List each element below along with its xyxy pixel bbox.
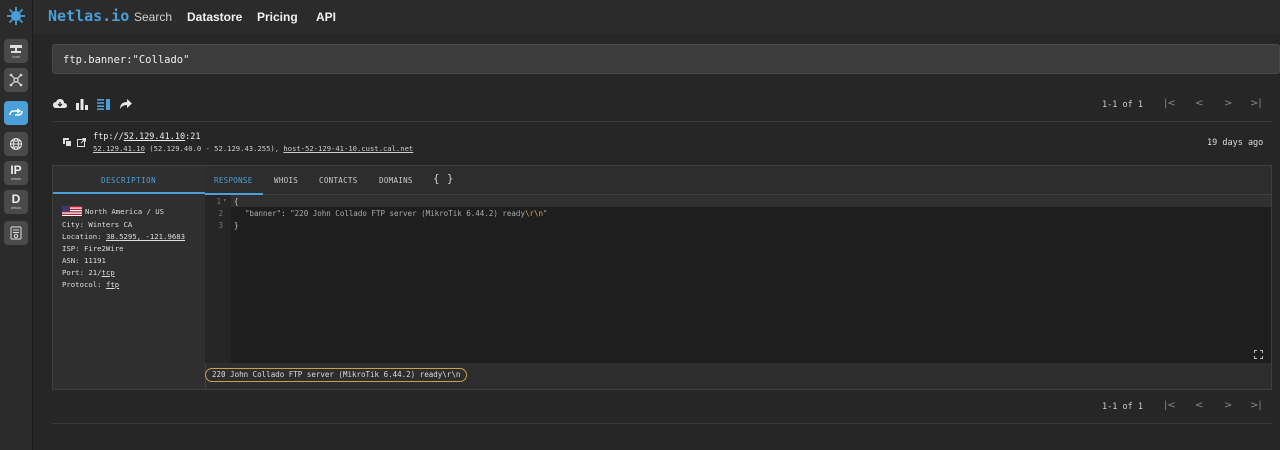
url-scheme: ftp:// (93, 132, 124, 142)
prev-page-icon[interactable]: < (1195, 400, 1203, 411)
sidebar-item-certificates[interactable] (4, 221, 28, 245)
info-city: City: Winters CA (62, 220, 133, 229)
info-region: North America / US (85, 207, 165, 216)
first-page-icon[interactable]: |< (1164, 98, 1176, 109)
info-asn: ASN: 11191 (62, 256, 106, 265)
nav-search[interactable]: Search (134, 10, 172, 24)
url-ip[interactable]: 52.129.41.10 (124, 132, 185, 142)
bar-chart-icon[interactable] (75, 98, 89, 110)
tab-whois[interactable]: WHOIS (274, 176, 298, 185)
info-location-link[interactable]: 38.5295, -121.9683 (106, 232, 185, 241)
code-line-3: } (234, 221, 239, 230)
current-line (231, 195, 1271, 207)
code-line-1: { (234, 197, 239, 206)
nav-datastore[interactable]: Datastore (187, 10, 242, 24)
tab-contacts[interactable]: CONTACTS (319, 176, 358, 185)
ip-whois-label: IP (10, 163, 22, 177)
info-protocol: Protocol: ftp (62, 280, 119, 289)
sidebar-item-responses[interactable] (4, 101, 28, 125)
domain-whois-sub: whois (10, 205, 22, 210)
line-number: 1 (216, 197, 221, 206)
info-port-label: Port: 21/ (62, 268, 102, 277)
search-input[interactable] (61, 45, 1265, 75)
tab-domains[interactable]: DOMAINS (379, 176, 413, 185)
network-icon (9, 73, 23, 87)
globe-icon (9, 137, 23, 151)
result-hostname[interactable]: host-52-129-41-10.cust.cal.net (283, 144, 413, 153)
banner-highlight: 220 John Collado FTP server (MikroTik 6.… (205, 368, 468, 382)
result-age: 19 days ago (1207, 138, 1264, 148)
sidebar-item-ip-whois[interactable]: IP whois (4, 161, 28, 185)
result-ip[interactable]: 52.129.41.10 (93, 144, 145, 153)
link-arrow-icon (9, 108, 23, 116)
share-icon[interactable] (119, 98, 133, 110)
line-number: 2 (218, 209, 223, 218)
tab-response[interactable]: RESPONSE (214, 176, 253, 185)
pagination-range-bottom: 1-1 of 1 (1102, 402, 1143, 412)
first-page-icon[interactable]: |< (1164, 400, 1176, 411)
server-icon (10, 44, 22, 53)
json-value: "220 John Collado FTP server (MikroTik 6… (290, 209, 525, 218)
last-page-icon[interactable]: >| (1250, 98, 1262, 109)
brand-logo-text[interactable]: Netlas.io (48, 7, 129, 25)
top-navbar: Netlas.io Search Datastore Pricing API (33, 0, 1280, 34)
info-location-label: Location: (62, 232, 106, 241)
result-subline: 52.129.41.10 (52.129.40.0 - 52.129.43.25… (93, 144, 413, 153)
divider (52, 121, 1272, 122)
json-value-end: " (543, 209, 548, 218)
columns-icon[interactable] (97, 98, 111, 110)
sidebar-item-host[interactable]: host (4, 39, 28, 63)
tab-description-label: DESCRIPTION (101, 176, 157, 185)
fold-icon[interactable]: ▾ (223, 197, 227, 204)
fullscreen-icon[interactable] (1254, 350, 1263, 359)
detail-tabs: RESPONSE WHOIS CONTACTS DOMAINS { } (205, 166, 1271, 195)
sidebar-item-host-label: host (12, 53, 20, 59)
search-box[interactable] (52, 44, 1280, 75)
info-port: Port: 21/tcp (62, 268, 115, 277)
json-escape: \r\n (524, 209, 544, 218)
info-protocol-link[interactable]: ftp (106, 280, 119, 289)
us-flag-icon (62, 206, 82, 216)
code-line-2: "banner": "220 John Collado FTP server (… (245, 209, 548, 218)
divider (52, 423, 1272, 424)
sidebar-item-network[interactable] (4, 68, 28, 92)
copy-icon[interactable] (63, 138, 72, 147)
description-panel: DESCRIPTION North America / US City: Win… (53, 166, 206, 389)
line-gutter: 1 ▾ 2 3 (205, 195, 231, 363)
result-card: DESCRIPTION North America / US City: Win… (52, 165, 1272, 390)
domain-whois-label: D (11, 192, 21, 206)
info-protocol-label: Protocol: (62, 280, 106, 289)
last-page-icon[interactable]: >| (1250, 400, 1262, 411)
sidebar-item-domains[interactable] (4, 132, 28, 156)
sidebar-item-domain-whois[interactable]: D whois (4, 190, 28, 214)
prev-page-icon[interactable]: < (1195, 98, 1203, 109)
ip-whois-sub: whois (10, 176, 22, 181)
external-link-icon[interactable] (77, 138, 86, 147)
next-page-icon[interactable]: > (1224, 98, 1232, 109)
info-location: Location: 38.5295, -121.9683 (62, 232, 185, 241)
url-port: :21 (185, 132, 201, 142)
result-url[interactable]: ftp://52.129.41.10:21 (93, 132, 201, 142)
nav-api[interactable]: API (316, 10, 336, 24)
line-number: 3 (218, 221, 223, 230)
pagination-range-top: 1-1 of 1 (1102, 100, 1143, 110)
json-key: "banner" (245, 209, 282, 218)
code-editor[interactable]: 1 ▾ 2 3 { "banner": "220 John Collado FT… (205, 195, 1271, 363)
certificate-icon (10, 226, 22, 240)
download-icon[interactable] (53, 98, 67, 110)
info-port-proto-link[interactable]: tcp (102, 268, 115, 277)
info-isp: ISP: Fire2Wire (62, 244, 124, 253)
next-page-icon[interactable]: > (1224, 400, 1232, 411)
json-colon: : (281, 209, 291, 218)
netlas-logo-icon[interactable] (6, 6, 26, 26)
tab-json[interactable]: { } (433, 172, 454, 185)
tab-description[interactable]: DESCRIPTION (53, 166, 205, 194)
result-range: (52.129.40.0 - 52.129.43.255), (144, 144, 284, 153)
sidebar: host IP whois D whois (0, 0, 33, 450)
nav-pricing[interactable]: Pricing (257, 10, 298, 24)
